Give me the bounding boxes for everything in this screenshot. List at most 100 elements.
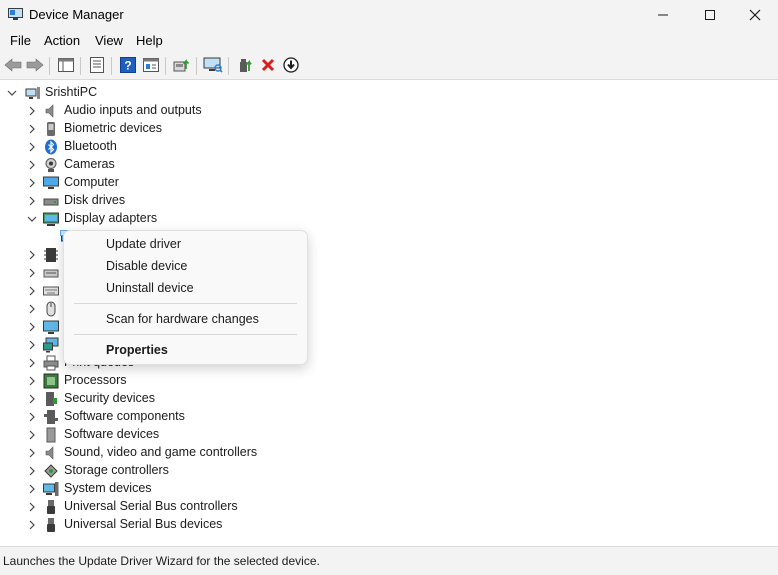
- tree-item-label: Display adapters: [64, 211, 158, 225]
- tree-item-processors[interactable]: Processors: [0, 372, 400, 390]
- tree-item-display-adapters[interactable]: Display adapters: [0, 210, 400, 228]
- tree-item-label: Universal Serial Bus controllers: [64, 499, 238, 513]
- chevron-right-icon[interactable]: [26, 285, 38, 297]
- chevron-right-icon[interactable]: [26, 483, 38, 495]
- menu-bar: File Action View Help: [0, 30, 778, 52]
- close-button[interactable]: [732, 0, 778, 30]
- context-menu-disable-device[interactable]: Disable device: [106, 259, 187, 273]
- monitor-icon: [43, 320, 59, 334]
- tree-item-storage[interactable]: Storage controllers: [0, 462, 400, 480]
- chevron-right-icon[interactable]: [26, 339, 38, 351]
- chevron-right-icon[interactable]: [26, 123, 38, 135]
- tree-item-disk-drives[interactable]: Disk drives: [0, 192, 400, 210]
- forward-button[interactable]: [25, 56, 45, 74]
- help-button[interactable]: ?: [118, 56, 138, 74]
- storage-controller-icon: [44, 464, 58, 478]
- chevron-right-icon[interactable]: [26, 141, 38, 153]
- maximize-icon: [705, 10, 715, 20]
- properties-button[interactable]: [87, 56, 107, 74]
- tree-item-audio[interactable]: Audio inputs and outputs: [0, 102, 400, 120]
- chevron-right-icon[interactable]: [26, 375, 38, 387]
- window-title: Device Manager: [29, 7, 124, 22]
- context-menu-scan-hardware[interactable]: Scan for hardware changes: [106, 312, 259, 326]
- tree-item-bluetooth[interactable]: Bluetooth: [0, 138, 400, 156]
- tree-item-label: Sound, video and game controllers: [64, 445, 258, 459]
- chevron-right-icon[interactable]: [26, 411, 38, 423]
- chevron-right-icon[interactable]: [26, 357, 38, 369]
- chevron-right-icon[interactable]: [26, 159, 38, 171]
- toolbar: ?: [0, 52, 778, 80]
- show-hide-tree-button[interactable]: [56, 56, 76, 74]
- tree-item-usb-controllers[interactable]: Universal Serial Bus controllers: [0, 498, 400, 516]
- processor-icon: [43, 373, 59, 389]
- update-driver-button[interactable]: [172, 56, 192, 74]
- context-menu-properties[interactable]: Properties: [106, 343, 168, 357]
- pc-icon: [25, 87, 40, 99]
- hid-icon: [43, 269, 59, 278]
- chevron-right-icon[interactable]: [26, 393, 38, 405]
- maximize-button[interactable]: [687, 0, 733, 30]
- back-arrow-icon: [4, 58, 22, 72]
- firmware-icon: [44, 248, 58, 262]
- sound-icon: [45, 446, 54, 460]
- tree-item-computer[interactable]: Computer: [0, 174, 400, 192]
- chevron-right-icon[interactable]: [26, 519, 38, 531]
- tree-item-software-components[interactable]: Software components: [0, 408, 400, 426]
- tree-item-biometric[interactable]: Biometric devices: [0, 120, 400, 138]
- tree-item-cameras[interactable]: Cameras: [0, 156, 400, 174]
- enable-device-button[interactable]: [236, 56, 256, 74]
- uninstall-device-button[interactable]: [258, 56, 278, 74]
- enable-device-icon: [240, 59, 252, 72]
- title-bar: Device Manager: [0, 0, 778, 30]
- chevron-right-icon[interactable]: [26, 465, 38, 477]
- keyboard-icon: [43, 286, 59, 296]
- toolbar-separator: [111, 57, 112, 75]
- context-menu-separator: [74, 334, 297, 335]
- tree-item-label: Storage controllers: [64, 463, 169, 477]
- display-adapter-icon: [43, 212, 59, 226]
- chevron-down-icon[interactable]: [26, 213, 38, 225]
- usb-icon: [47, 518, 55, 532]
- tree-item-sound[interactable]: Sound, video and game controllers: [0, 444, 400, 462]
- menu-view[interactable]: View: [95, 33, 123, 48]
- chevron-right-icon[interactable]: [26, 501, 38, 513]
- menu-help[interactable]: Help: [136, 33, 163, 48]
- view-button[interactable]: [141, 56, 161, 74]
- chevron-right-icon[interactable]: [26, 105, 38, 117]
- tree-item-label: Biometric devices: [64, 121, 162, 135]
- context-menu-uninstall-device[interactable]: Uninstall device: [106, 281, 194, 295]
- context-menu-update-driver[interactable]: Update driver: [106, 237, 181, 251]
- software-component-icon: [44, 410, 58, 424]
- bluetooth-icon: [45, 139, 57, 155]
- chevron-right-icon[interactable]: [26, 429, 38, 441]
- chevron-right-icon[interactable]: [26, 195, 38, 207]
- view-icon: [143, 58, 159, 72]
- chevron-right-icon[interactable]: [26, 303, 38, 315]
- tree-item-label: Disk drives: [64, 193, 126, 207]
- chevron-down-icon[interactable]: [6, 87, 18, 99]
- tree-item-label: Universal Serial Bus devices: [64, 517, 223, 531]
- chevron-right-icon[interactable]: [26, 177, 38, 189]
- back-button[interactable]: [3, 56, 23, 74]
- menu-file[interactable]: File: [10, 33, 31, 48]
- minimize-button[interactable]: [640, 0, 686, 30]
- tree-item-software-devices[interactable]: Software devices: [0, 426, 400, 444]
- chevron-right-icon[interactable]: [26, 267, 38, 279]
- disable-device-button[interactable]: [281, 56, 301, 74]
- chevron-right-icon[interactable]: [26, 321, 38, 333]
- tree-item-label: Bluetooth: [64, 139, 117, 153]
- tree-item-label: Audio inputs and outputs: [64, 103, 202, 117]
- menu-action[interactable]: Action: [44, 33, 80, 48]
- chevron-right-icon[interactable]: [26, 249, 38, 261]
- tree-item-usb-devices[interactable]: Universal Serial Bus devices: [0, 516, 400, 534]
- chevron-right-icon[interactable]: [26, 447, 38, 459]
- uninstall-device-icon: [261, 58, 275, 72]
- disable-device-icon: [283, 57, 299, 73]
- tree-root[interactable]: SrishtiPC: [0, 84, 400, 102]
- tree-item-system[interactable]: System devices: [0, 480, 400, 498]
- context-menu-separator: [74, 303, 297, 304]
- toolbar-separator: [228, 57, 229, 75]
- scan-hardware-button[interactable]: [203, 56, 223, 74]
- tree-item-security[interactable]: Security devices: [0, 390, 400, 408]
- tree-item-label: Processors: [64, 373, 127, 387]
